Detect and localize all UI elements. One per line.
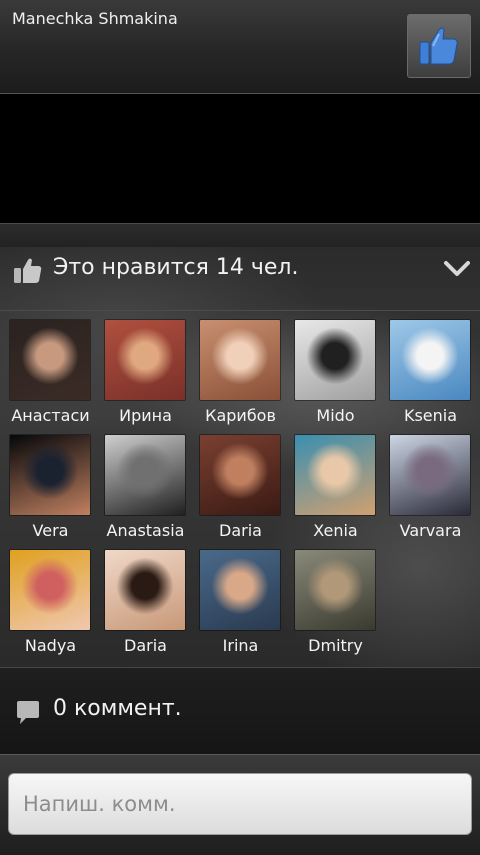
thumbs-up-icon — [419, 27, 458, 65]
liker-name: Vera — [32, 521, 69, 540]
comments-row[interactable]: 0 коммент. — [0, 667, 480, 755]
liker-name: Mido — [316, 406, 355, 425]
liker-name: Ирина — [119, 406, 172, 425]
avatar[interactable] — [200, 320, 280, 400]
liker-item[interactable]: Ksenia — [383, 320, 478, 425]
liker-item[interactable]: Ирина — [98, 320, 193, 425]
avatar[interactable] — [105, 435, 185, 515]
liker-name: Irina — [222, 636, 259, 655]
liker-item[interactable]: Анастаси — [3, 320, 98, 425]
avatar[interactable] — [295, 320, 375, 400]
chevron-down-icon[interactable] — [443, 259, 471, 279]
post-media[interactable] — [0, 94, 480, 223]
avatar[interactable] — [105, 550, 185, 630]
liker-name: Daria — [219, 521, 262, 540]
liker-item[interactable]: Карибов — [193, 320, 288, 425]
avatar[interactable] — [10, 550, 90, 630]
speech-bubble-icon — [17, 701, 39, 724]
liker-item[interactable]: Xenia — [288, 435, 383, 540]
liker-item[interactable]: Anastasia — [98, 435, 193, 540]
avatar[interactable] — [10, 435, 90, 515]
likes-header[interactable]: Это нравится 14 чел. — [0, 247, 480, 311]
liker-name: Анастаси — [11, 406, 90, 425]
avatar[interactable] — [10, 320, 90, 400]
avatar[interactable] — [295, 435, 375, 515]
compose-bar — [0, 754, 480, 855]
avatar[interactable] — [390, 435, 470, 515]
liker-name: Xenia — [313, 521, 358, 540]
like-button[interactable] — [407, 14, 471, 78]
divider — [0, 223, 480, 248]
thumbs-up-icon — [14, 258, 42, 283]
avatar[interactable] — [295, 550, 375, 630]
avatar[interactable] — [390, 320, 470, 400]
liker-name: Nadya — [24, 636, 77, 655]
liker-item[interactable]: Varvara — [383, 435, 478, 540]
liker-item[interactable]: Vera — [3, 435, 98, 540]
liker-name: Daria — [124, 636, 167, 655]
avatar[interactable] — [200, 435, 280, 515]
liker-name: Varvara — [399, 521, 462, 540]
liker-item[interactable]: Dmitry — [288, 550, 383, 655]
avatar[interactable] — [105, 320, 185, 400]
liker-item[interactable]: Daria — [193, 435, 288, 540]
liker-name: Dmitry — [308, 636, 363, 655]
liker-name: Anastasia — [106, 521, 185, 540]
likes-summary: Это нравится 14 чел. — [53, 255, 299, 280]
avatar[interactable] — [200, 550, 280, 630]
comment-input[interactable] — [8, 773, 472, 835]
liker-item[interactable]: Nadya — [3, 550, 98, 655]
liker-item[interactable]: Irina — [193, 550, 288, 655]
post-header: Manechka Shmakina — [0, 0, 480, 94]
liker-name: Карибов — [205, 406, 276, 425]
liker-item[interactable]: Daria — [98, 550, 193, 655]
likes-panel: Это нравится 14 чел. Анастаси Ирина Карибо… — [0, 247, 480, 667]
liker-item[interactable]: Mido — [288, 320, 383, 425]
comments-summary: 0 коммент. — [53, 696, 182, 721]
post-author[interactable]: Manechka Shmakina — [12, 9, 178, 28]
liker-name: Ksenia — [403, 406, 458, 425]
